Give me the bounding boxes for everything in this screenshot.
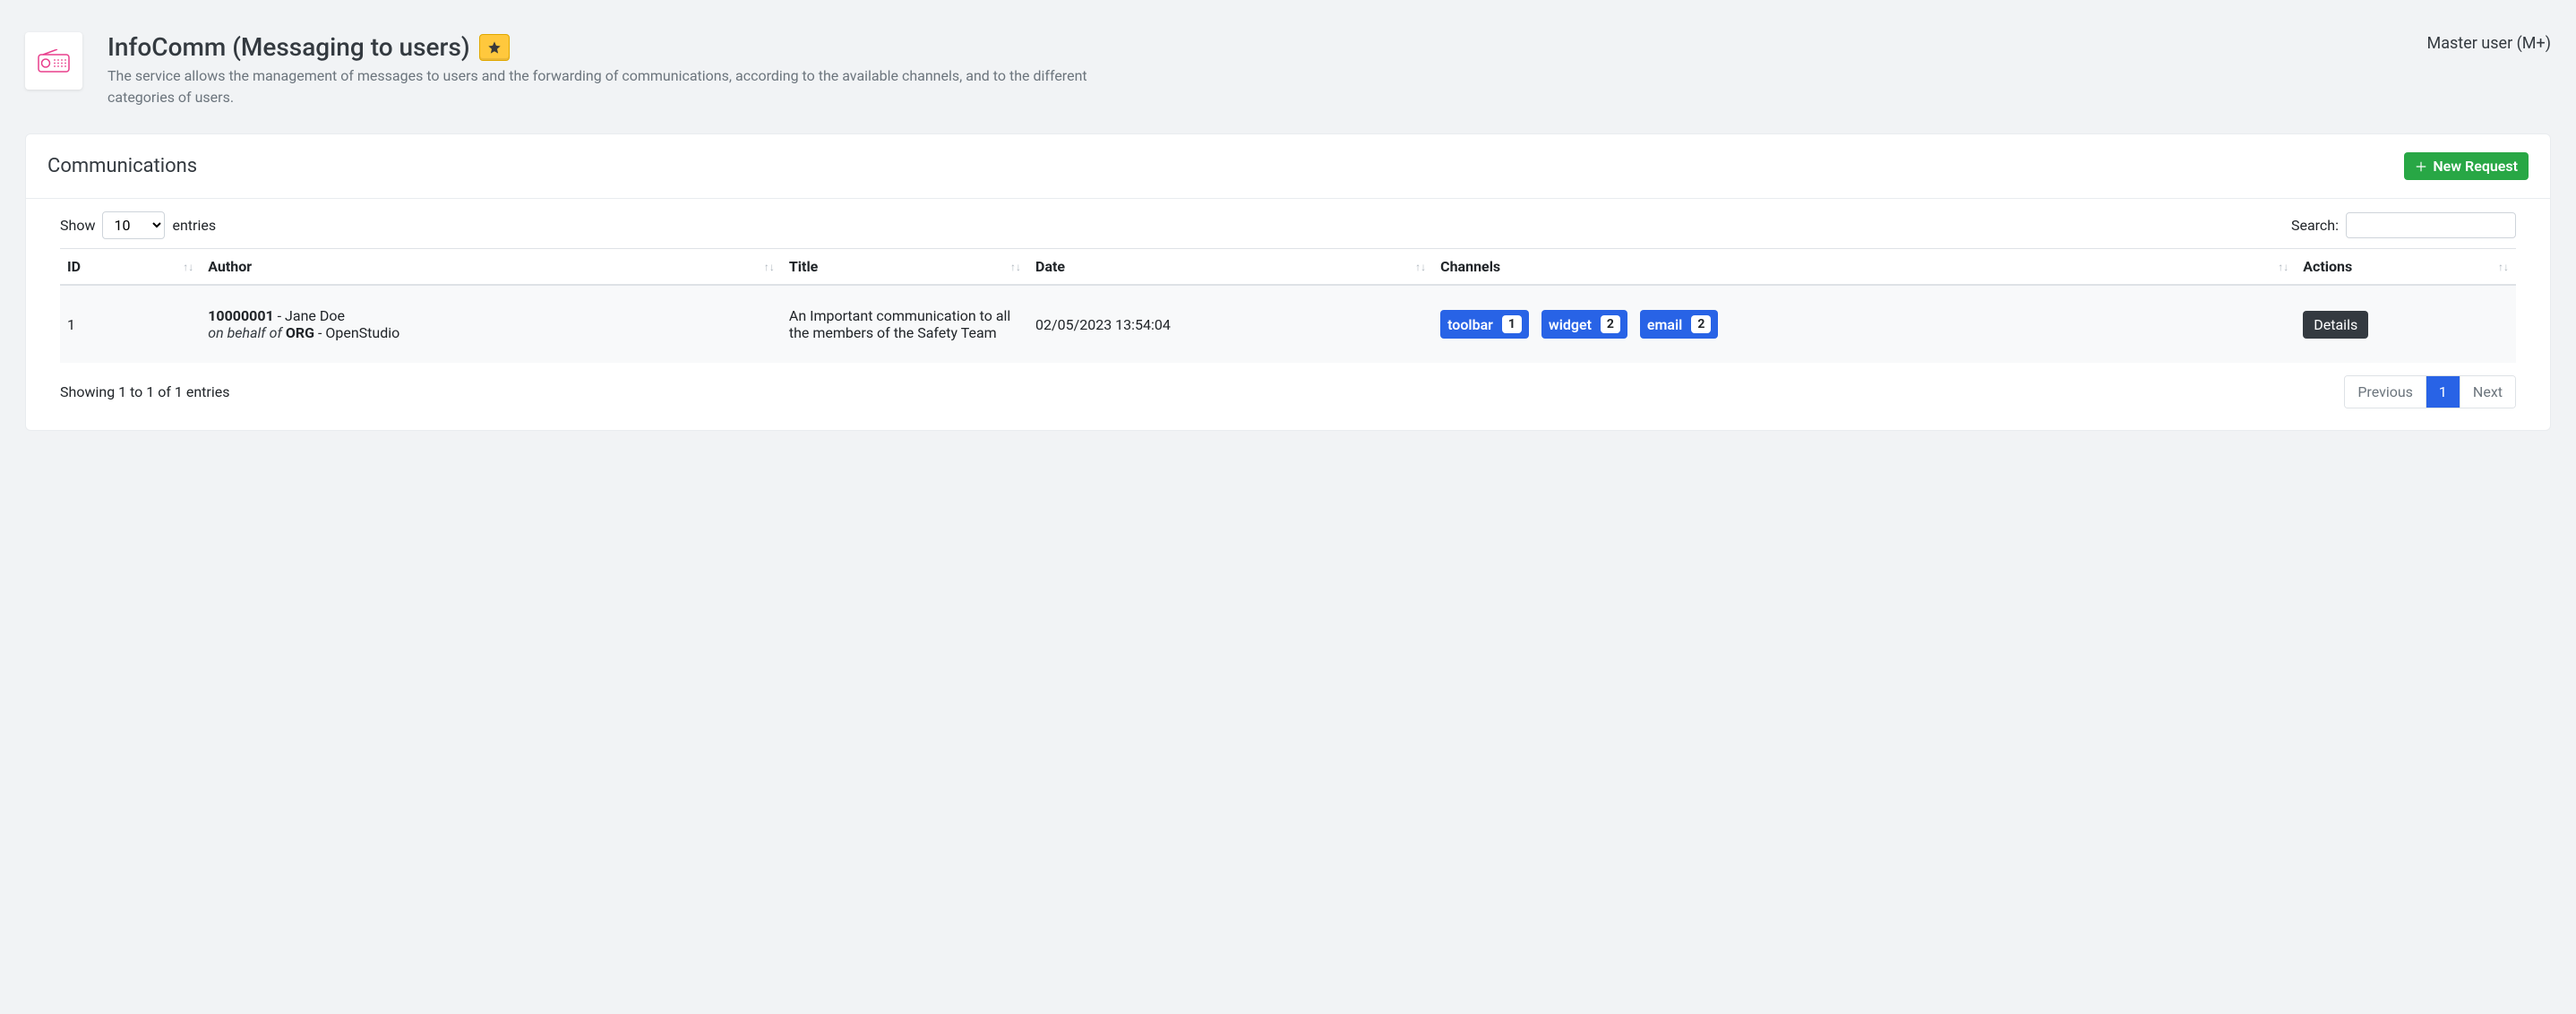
table-row: 1 10000001 - Jane Doe on behalf of ORG -… [60,285,2516,363]
pagination-page-1[interactable]: 1 [2426,376,2460,408]
service-logo [25,32,82,90]
plus-icon [2415,160,2427,173]
details-button[interactable]: Details [2303,311,2368,339]
sort-icon: ↑↓ [1010,261,1021,273]
length-select[interactable]: 10 [102,211,165,239]
channel-badge-widget[interactable]: widget 2 [1541,310,1627,339]
length-show-label: Show [60,217,95,234]
pagination: Previous 1 Next [2344,375,2516,408]
pagination-previous[interactable]: Previous [2345,376,2426,408]
cell-title: An Important communication to all the me… [782,285,1028,363]
sort-icon: ↑↓ [764,261,775,273]
search-label: Search: [2291,217,2339,234]
sort-icon: ↑↓ [2498,261,2509,273]
cell-author: 10000001 - Jane Doe on behalf of ORG - O… [201,285,782,363]
column-header-actions[interactable]: Actions ↑↓ [2296,249,2516,286]
cell-id: 1 [60,285,201,363]
sort-icon: ↑↓ [1415,261,1426,273]
sort-icon: ↑↓ [183,261,193,273]
user-label: Master user (M+) [2427,34,2551,53]
column-header-date[interactable]: Date ↑↓ [1028,249,1433,286]
page-title: InfoComm (Messaging to users) [107,32,470,62]
table-info: Showing 1 to 1 of 1 entries [60,383,229,400]
new-request-button[interactable]: New Request [2404,152,2529,180]
radio-icon [38,49,70,73]
communications-table: ID ↑↓ Author ↑↓ Title ↑↓ Date ↑↓ [60,248,2516,363]
channel-badge-toolbar[interactable]: toolbar 1 [1440,310,1529,339]
card-title: Communications [47,155,197,177]
sort-icon: ↑↓ [2278,261,2288,273]
column-header-id[interactable]: ID ↑↓ [60,249,201,286]
search-input[interactable] [2346,212,2516,238]
column-header-author[interactable]: Author ↑↓ [201,249,782,286]
length-entries-label: entries [172,217,216,234]
column-header-title[interactable]: Title ↑↓ [782,249,1028,286]
new-request-label: New Request [2433,158,2518,175]
cell-channels: toolbar 1 widget 2 email 2 [1433,285,2296,363]
page-subtitle: The service allows the management of mes… [107,65,1093,108]
column-header-channels[interactable]: Channels ↑↓ [1433,249,2296,286]
communications-card: Communications New Request Show 10 entri… [25,133,2551,431]
pagination-next[interactable]: Next [2460,376,2515,408]
cell-actions: Details [2296,285,2516,363]
channel-badge-email[interactable]: email 2 [1640,310,1718,339]
star-icon [487,40,502,55]
cell-date: 02/05/2023 13:54:04 [1028,285,1433,363]
favorite-badge[interactable] [479,34,510,61]
